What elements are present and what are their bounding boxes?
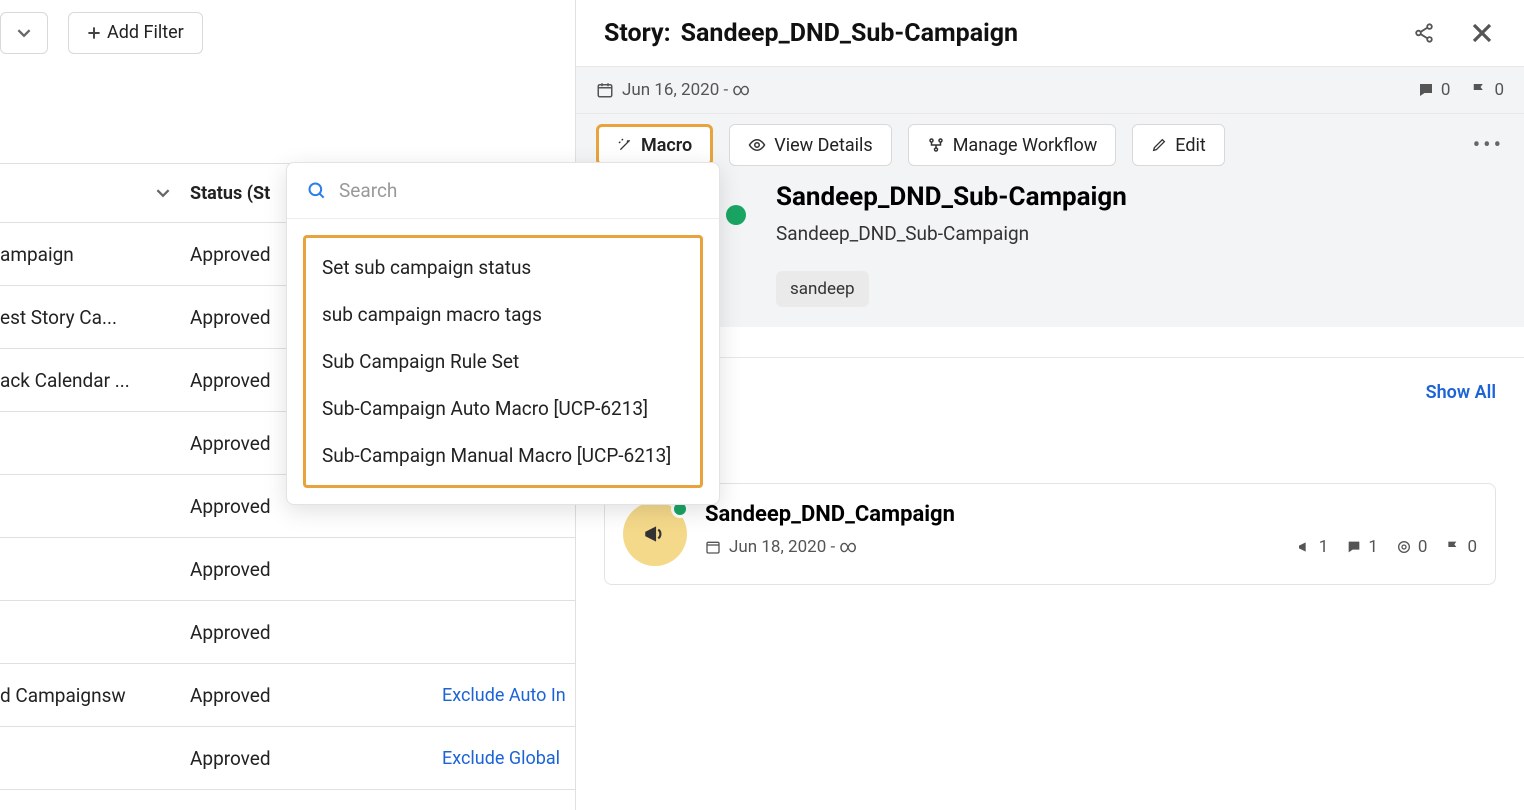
cell-status: Approved xyxy=(176,558,432,581)
table-row[interactable]: Approved xyxy=(0,538,575,601)
cell-status: Approved xyxy=(176,747,432,770)
cell-link[interactable]: Exclude Auto In xyxy=(432,685,575,706)
add-filter-label: Add Filter xyxy=(107,22,184,43)
flag-count-value: 0 xyxy=(1494,80,1504,100)
target-icon xyxy=(1396,539,1412,555)
detail-header: Story: Sandeep_DND_Sub-Campaign xyxy=(576,0,1524,66)
campaign-stats: 1 1 0 0 xyxy=(1297,537,1477,557)
view-details-button[interactable]: View Details xyxy=(729,124,891,166)
detail-title: Story: Sandeep_DND_Sub-Campaign xyxy=(604,19,1018,48)
stat-comments: 1 xyxy=(1346,537,1378,557)
stat-megaphone: 1 xyxy=(1297,537,1329,557)
add-filter-button[interactable]: Add Filter xyxy=(68,12,203,54)
eye-icon xyxy=(748,136,766,154)
view-details-label: View Details xyxy=(774,135,872,156)
cell-status: Approved xyxy=(176,684,432,707)
detail-date-text: Jun 16, 2020 - ∞ xyxy=(622,80,750,100)
campaign-date-text: Jun 18, 2020 - ∞ xyxy=(729,537,857,557)
close-icon[interactable] xyxy=(1468,19,1496,47)
campaign-heading: Campaign xyxy=(604,443,1496,467)
magic-icon xyxy=(617,137,633,153)
macro-popover: Set sub campaign statussub campaign macr… xyxy=(286,162,720,505)
macro-option[interactable]: Sub Campaign Rule Set xyxy=(306,338,700,385)
table-row[interactable]: d CampaignswApprovedExclude Auto In xyxy=(0,664,575,727)
table-row[interactable]: Approved xyxy=(0,601,575,664)
macro-search-input[interactable] xyxy=(339,179,699,202)
show-all-link[interactable]: Show All xyxy=(1426,382,1496,403)
col-header-1 xyxy=(0,180,176,206)
cell-name: ampaign xyxy=(0,243,176,266)
pencil-icon xyxy=(1151,137,1167,153)
share-icon[interactable] xyxy=(1410,19,1438,47)
calendar-icon xyxy=(705,539,721,555)
plus-icon xyxy=(87,26,101,40)
campaign-title: Sandeep_DND_Campaign xyxy=(705,502,1477,527)
comment-icon xyxy=(1417,81,1435,99)
cell-name: est Story Ca... xyxy=(0,306,176,329)
campaign-meta: Sandeep_DND_Campaign Jun 18, 2020 - ∞ 1 … xyxy=(705,502,1477,557)
tag-chip[interactable]: sandeep xyxy=(776,271,869,307)
campaign-card[interactable]: Sandeep_DND_Campaign Jun 18, 2020 - ∞ 1 … xyxy=(604,483,1496,585)
filter-dropdown[interactable] xyxy=(0,12,48,54)
entity-subtitle: Sandeep_DND_Sub-Campaign xyxy=(776,222,1504,245)
comment-icon xyxy=(1346,539,1362,555)
detail-subheader: Jun 16, 2020 - ∞ 0 0 xyxy=(576,66,1524,114)
edit-button[interactable]: Edit xyxy=(1132,124,1224,166)
search-icon xyxy=(307,181,327,201)
cell-name: d Campaignsw xyxy=(0,684,176,707)
flag-count[interactable]: 0 xyxy=(1470,80,1504,100)
comment-count-value: 0 xyxy=(1441,80,1451,100)
more-options-button[interactable]: ••• xyxy=(1473,133,1504,158)
status-header-text: Status (St xyxy=(190,183,270,204)
macro-option[interactable]: sub campaign macro tags xyxy=(306,291,700,338)
chevron-down-icon[interactable] xyxy=(150,180,176,206)
macro-list: Set sub campaign statussub campaign macr… xyxy=(303,235,703,488)
stat-target: 0 xyxy=(1396,537,1428,557)
macro-label: Macro xyxy=(641,135,692,156)
megaphone-icon xyxy=(1297,539,1313,555)
macro-button[interactable]: Macro xyxy=(596,124,713,166)
manage-workflow-button[interactable]: Manage Workflow xyxy=(908,124,1117,166)
entity-name: Sandeep_DND_Sub-Campaign xyxy=(776,182,1504,212)
chevron-down-icon xyxy=(17,26,31,40)
workflow-icon xyxy=(927,136,945,154)
stat-flag: 0 xyxy=(1445,537,1477,557)
detail-counts: 0 0 xyxy=(1417,80,1504,100)
detail-title-prefix: Story: xyxy=(604,19,671,48)
detail-title-name: Sandeep_DND_Sub-Campaign xyxy=(681,19,1018,48)
macro-option[interactable]: Sub-Campaign Manual Macro [UCP-6213] xyxy=(306,432,700,479)
campaign-date: Jun 18, 2020 - ∞ xyxy=(705,537,857,557)
macro-option[interactable]: Set sub campaign status xyxy=(306,244,700,291)
comment-count[interactable]: 0 xyxy=(1417,80,1451,100)
cell-name: ack Calendar ... xyxy=(0,369,176,392)
macro-search xyxy=(287,163,719,219)
table-row[interactable]: ApprovedExclude Global xyxy=(0,727,575,790)
edit-label: Edit xyxy=(1175,135,1205,156)
status-dot-icon xyxy=(726,205,746,225)
filter-row: Add Filter xyxy=(0,0,575,65)
megaphone-icon xyxy=(642,521,668,547)
cell-link[interactable]: Exclude Global xyxy=(432,748,575,769)
flag-icon xyxy=(1445,539,1461,555)
campaign-avatar xyxy=(623,502,687,566)
flag-icon xyxy=(1470,81,1488,99)
calendar-icon xyxy=(596,81,614,99)
macro-option[interactable]: Sub-Campaign Auto Macro [UCP-6213] xyxy=(306,385,700,432)
detail-date: Jun 16, 2020 - ∞ xyxy=(596,80,750,100)
workflow-label: Manage Workflow xyxy=(953,135,1098,156)
header-actions xyxy=(1410,19,1496,47)
cell-status: Approved xyxy=(176,621,432,644)
